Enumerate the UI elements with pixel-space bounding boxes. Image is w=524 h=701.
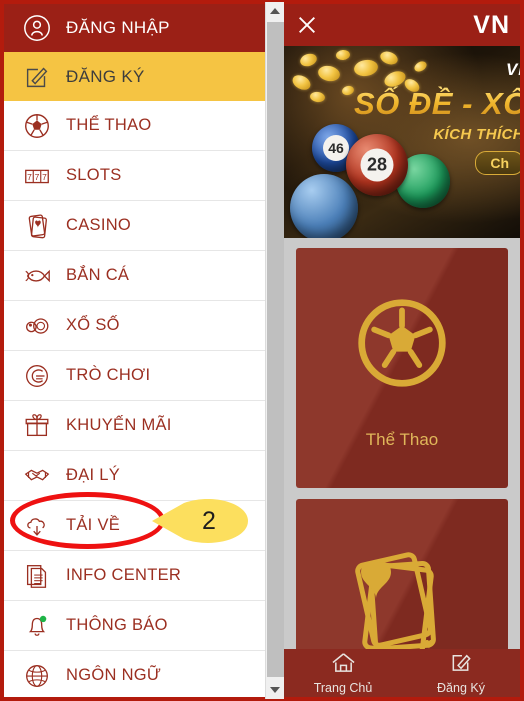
app-content-panel: VN 46 28 VI SỐ <box>284 4 520 697</box>
scroll-up-button[interactable] <box>266 2 284 20</box>
scroll-down-button[interactable] <box>266 681 284 699</box>
nav-item-home[interactable]: Trang Chủ <box>284 651 402 695</box>
drawer-scrollbar[interactable] <box>265 2 284 699</box>
sidebar-item-label: ĐĂNG NHẬP <box>66 18 170 37</box>
sidebar-item-3[interactable]: 7 7 7 SLOTS <box>4 151 270 201</box>
sidebar-item-label: THÔNG BÁO <box>66 616 168 634</box>
lottery-ball <box>290 174 358 238</box>
game-card-list: Thể Thao <box>284 238 520 655</box>
nav-item-label: Đăng Ký <box>437 681 485 695</box>
bell-notification-icon <box>20 609 54 643</box>
sidebar-item-label: BẮN CÁ <box>66 266 130 284</box>
sidebar-item-2[interactable]: THỂ THAO <box>4 101 270 151</box>
sidebar-item-9[interactable]: ĐẠI LÝ <box>4 451 270 501</box>
sidebar-item-8[interactable]: KHUYẾN MÃI <box>4 401 270 451</box>
sidebar-item-label: XỔ SỐ <box>66 316 120 334</box>
sidebar-item-label: CASINO <box>66 216 132 234</box>
lottery-ball-number: 46 <box>323 135 349 161</box>
coin-icon <box>298 51 319 69</box>
scroll-down-arrow-icon <box>270 687 280 693</box>
svg-text:7: 7 <box>35 171 40 181</box>
playing-card-icon <box>20 209 54 243</box>
playing-cards-icon <box>347 545 457 655</box>
sidebar-item-1[interactable]: ĐĂNG KÝ <box>4 52 270 101</box>
banner-cta-button[interactable]: Ch <box>475 151 520 175</box>
sidebar-item-6[interactable]: XỔ SỐ <box>4 301 270 351</box>
coin-icon <box>309 91 326 103</box>
sidebar-item-5[interactable]: BẮN CÁ <box>4 251 270 301</box>
coin-icon <box>341 84 355 97</box>
home-icon <box>331 651 356 679</box>
cloud-download-icon <box>20 509 54 543</box>
slot-777-icon: 777 <box>20 159 54 193</box>
gift-icon <box>20 409 54 443</box>
coin-icon <box>290 72 313 93</box>
game-card-sports[interactable]: Thể Thao <box>296 248 508 488</box>
globe-icon <box>20 659 54 693</box>
edit-square-icon <box>20 60 54 94</box>
sidebar-menu-list: ĐĂNG NHẬP ĐĂNG KÝ THỂ THAO 7 7 7 SLOTS CASINO BẮ… <box>4 4 270 697</box>
user-circle-icon <box>20 11 54 45</box>
sidebar-item-label: TRÒ CHƠI <box>66 366 151 384</box>
coin-icon <box>316 63 342 84</box>
brand-logo-text: VN <box>473 10 510 39</box>
app-header: VN <box>284 4 520 46</box>
game-circle-icon <box>20 359 54 393</box>
sidebar-item-11[interactable]: INFO CENTER <box>4 551 270 601</box>
sidebar-item-label: SLOTS <box>66 166 122 184</box>
sidebar-item-label: ĐĂNG KÝ <box>66 66 145 86</box>
screen-root: ĐĂNG NHẬP ĐĂNG KÝ THỂ THAO 7 7 7 SLOTS CASINO BẮ… <box>0 0 524 701</box>
sidebar-item-7[interactable]: TRÒ CHƠI <box>4 351 270 401</box>
promo-banner[interactable]: 46 28 VI SỐ ĐỀ - XỔ KÍCH THÍCH Ch <box>284 46 520 238</box>
sidebar-item-10[interactable]: TẢI VỀ <box>4 501 270 551</box>
edit-square-icon <box>449 651 473 679</box>
lottery-balls-icon <box>20 309 54 343</box>
sidebar-item-label: KHUYẾN MÃI <box>66 416 172 434</box>
bottom-navigation-bar: Trang Chủ Đăng Ký <box>284 649 520 697</box>
soccer-ball-icon <box>20 109 54 143</box>
soccer-ball-icon <box>354 295 450 396</box>
lottery-ball-number: 28 <box>360 148 394 182</box>
banner-kicker: VI <box>505 60 520 79</box>
sidebar-item-4[interactable]: CASINO <box>4 201 270 251</box>
handshake-icon <box>20 459 54 493</box>
nav-item-label: Trang Chủ <box>313 681 373 695</box>
sidebar-item-label: TẢI VỀ <box>66 516 121 534</box>
fish-icon <box>20 259 54 293</box>
navigation-drawer: ĐĂNG NHẬP ĐĂNG KÝ THỂ THAO 7 7 7 SLOTS CASINO BẮ… <box>4 4 270 697</box>
scroll-up-arrow-icon <box>270 8 280 14</box>
scrollbar-thumb[interactable] <box>267 22 284 677</box>
documents-icon <box>20 559 54 593</box>
svg-text:7: 7 <box>42 171 47 181</box>
game-card-label: Thể Thao <box>365 429 439 449</box>
game-card-casino[interactable] <box>296 499 508 655</box>
svg-text:7: 7 <box>27 171 32 181</box>
sidebar-item-label: ĐẠI LÝ <box>66 466 121 484</box>
sidebar-item-13[interactable]: NGÔN NGỮ <box>4 651 270 697</box>
sidebar-item-label: NGÔN NGỮ <box>66 666 162 684</box>
coin-icon <box>335 49 351 61</box>
sidebar-item-label: THỂ THAO <box>66 116 152 134</box>
sidebar-item-0[interactable]: ĐĂNG NHẬP <box>4 4 270 52</box>
close-x-icon[interactable] <box>296 14 318 36</box>
sidebar-item-label: INFO CENTER <box>66 566 182 584</box>
sidebar-item-12[interactable]: THÔNG BÁO <box>4 601 270 651</box>
banner-title: SỐ ĐỀ - XỔ <box>354 86 520 122</box>
lottery-ball: 28 <box>346 134 408 196</box>
nav-item-register[interactable]: Đăng Ký <box>402 651 520 695</box>
